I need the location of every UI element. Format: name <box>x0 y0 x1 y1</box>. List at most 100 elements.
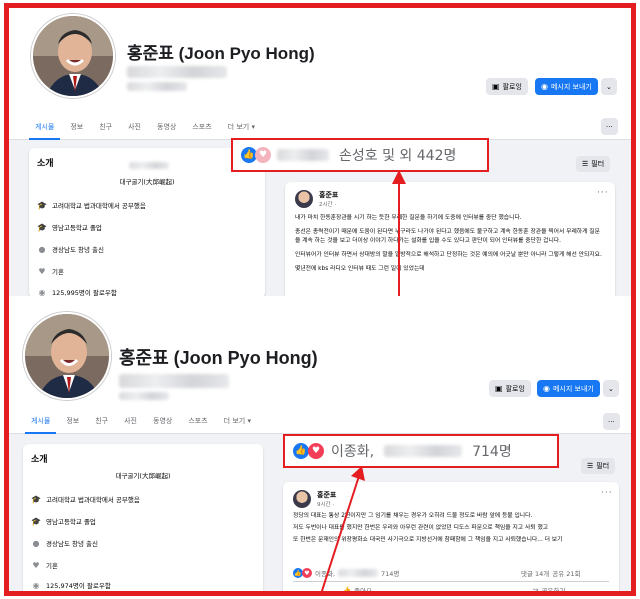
more-dropdown-button[interactable]: ⌄ <box>603 380 619 397</box>
location-pin-icon: ● <box>38 244 46 254</box>
tab-photos[interactable]: 사진 <box>116 410 145 432</box>
post-author-avatar[interactable] <box>295 190 313 208</box>
profile-photo <box>33 16 113 96</box>
intro-subtitle: 대구굴기(大邱崛起) <box>115 472 171 480</box>
callout-arrow-top <box>392 170 406 296</box>
profile-avatar[interactable] <box>31 14 115 98</box>
share-count[interactable]: 공유 21회 <box>552 568 580 578</box>
redacted-bio <box>127 66 227 78</box>
caret-down-icon: ▾ <box>247 417 251 425</box>
caret-down-icon: ▾ <box>251 123 255 131</box>
tab-sports[interactable]: 스포츠 <box>184 116 219 138</box>
love-reaction-icon: ♥ <box>255 147 271 163</box>
graduation-cap-icon: 🎓 <box>31 516 41 526</box>
intro-title: 소개 <box>37 159 54 169</box>
intro-education-university: 🎓 고려대학교 법과대학에서 공부했음 <box>37 200 146 211</box>
follow-check-icon: ▣ <box>492 81 500 91</box>
comment-count[interactable]: 댓글 14개 <box>521 568 549 578</box>
reaction-callout-bottom: 👍 ♥ 이종화, 714명 <box>283 434 559 468</box>
post-menu-icon[interactable]: ··· <box>601 488 613 498</box>
profile-name: 홍준표 (Joon Pyo Hong) <box>119 348 318 368</box>
tab-posts[interactable]: 게시물 <box>27 116 62 140</box>
share-arrow-icon: ↪ <box>533 586 539 594</box>
profile-header: 홍준표 (Joon Pyo Hong) ▣ 팔로잉 ◉ 메시지 보내기 ⌄ 게시… <box>9 300 631 434</box>
following-button[interactable]: ▣ 팔로잉 <box>486 78 528 95</box>
tab-videos[interactable]: 동영상 <box>149 116 184 138</box>
filter-icon: ☰ <box>582 160 589 168</box>
message-button[interactable]: ◉ 메시지 보내기 <box>535 78 598 95</box>
intro-relationship: ♥ 기혼 <box>38 266 64 277</box>
love-reaction-icon: ♥ <box>308 443 324 459</box>
graduation-cap-icon: 🎓 <box>37 200 47 210</box>
filter-button[interactable]: ☰ 필터 <box>581 458 616 474</box>
more-dropdown-button[interactable]: ⌄ <box>601 78 617 95</box>
redacted-intro <box>129 162 169 169</box>
post-time[interactable]: 2시간 · <box>319 200 336 208</box>
location-pin-icon: ● <box>32 538 40 548</box>
intro-card: 소개 대구굴기(大邱崛起) 🎓 고려대학교 법과대학에서 공부했음 🎓 영남고등학교… <box>23 444 263 591</box>
tab-more[interactable]: 더 보기 ▾ <box>220 116 263 138</box>
redacted-reactor <box>277 149 329 161</box>
chevron-down-icon: ⌄ <box>606 82 612 91</box>
graduation-cap-icon: 🎓 <box>37 222 47 232</box>
filter-icon: ☰ <box>587 462 594 470</box>
intro-followers: ◉ 125,995명이 팔로우함 <box>38 287 117 297</box>
profile-photo <box>25 314 109 398</box>
profile-name: 홍준표 (Joon Pyo Hong) <box>127 44 315 63</box>
heart-icon: ♥ <box>38 266 46 276</box>
redacted-bio-line <box>127 82 187 91</box>
intro-hometown: ● 경상남도 창녕 출신 <box>32 538 98 549</box>
redacted-bio-line <box>119 392 169 400</box>
tab-photos[interactable]: 사진 <box>120 116 149 138</box>
bottom-screenshot: 홍준표 (Joon Pyo Hong) ▣ 팔로잉 ◉ 메시지 보내기 ⌄ 게시… <box>9 300 631 594</box>
followers-icon: ◉ <box>38 287 46 297</box>
tab-more[interactable]: 더 보기 ▾ <box>216 410 259 432</box>
profile-options-button[interactable]: ··· <box>601 118 618 135</box>
intro-title: 소개 <box>31 455 48 465</box>
intro-education-highschool: 🎓 영남고등학교 졸업 <box>37 222 102 233</box>
intro-education-highschool: 🎓 영남고등학교 졸업 <box>31 516 96 527</box>
graduation-cap-icon: 🎓 <box>31 494 41 504</box>
profile-options-button[interactable]: ··· <box>603 413 620 430</box>
share-action-button[interactable]: ↪ 공유하기 <box>533 585 565 594</box>
like-reaction-icon: 👍 <box>293 443 309 459</box>
followers-icon: ◉ <box>32 580 40 590</box>
intro-card: 소개 대구굴기(大邱崛起) 🎓 고려대학교 법과대학에서 공부했음 🎓 영남고등학교… <box>29 148 265 296</box>
post-author[interactable]: 홍준표 <box>319 190 338 200</box>
reaction-callout-top: 👍 ♥ 손성호 및 외 442명 <box>231 138 489 172</box>
post-body: 내가 마치 한동훈장관을 시기 하는 듯한 무례한 질문을 하기에 도중에 인터… <box>295 215 602 272</box>
top-screenshot: 홍준표 (Joon Pyo Hong) ▣ 팔로잉 ◉ 메시지 보내기 ⌄ 게시… <box>9 8 631 296</box>
message-button[interactable]: ◉ 메시지 보내기 <box>537 380 600 397</box>
intro-subtitle: 대구굴기(大邱崛起) <box>119 178 175 186</box>
tab-friends[interactable]: 친구 <box>91 116 120 138</box>
redacted-bio <box>119 374 229 388</box>
tab-posts[interactable]: 게시물 <box>23 410 58 434</box>
intro-followers: ◉ 125,974명이 팔로우함 <box>32 580 111 591</box>
post-menu-icon[interactable]: ··· <box>597 188 609 198</box>
tab-about[interactable]: 정보 <box>58 410 87 432</box>
more-dots-icon: ··· <box>606 122 613 131</box>
intro-education-university: 🎓 고려대학교 법과대학에서 공부했음 <box>31 494 140 505</box>
engagement-counts: 댓글 14개 공유 21회 <box>521 568 581 578</box>
tab-sports[interactable]: 스포츠 <box>180 410 215 432</box>
post-card: 홍준표 2시간 · ··· 내가 마치 한동훈장관을 시기 하는 듯한 무례한 … <box>285 182 615 296</box>
redacted-reactor <box>384 445 463 457</box>
messenger-icon: ◉ <box>543 383 550 393</box>
more-dots-icon: ··· <box>608 417 615 426</box>
screenshot-frame: 홍준표 (Joon Pyo Hong) ▣ 팔로잉 ◉ 메시지 보내기 ⌄ 게시… <box>4 3 636 596</box>
tab-videos[interactable]: 동영상 <box>145 410 180 432</box>
tab-friends[interactable]: 친구 <box>87 410 116 432</box>
profile-tabs: 게시물 정보 친구 사진 동영상 스포츠 더 보기 ▾ <box>23 410 259 434</box>
profile-header: 홍준표 (Joon Pyo Hong) ▣ 팔로잉 ◉ 메시지 보내기 ⌄ 게시… <box>9 8 631 140</box>
profile-avatar[interactable] <box>23 312 111 400</box>
tab-about[interactable]: 정보 <box>62 116 91 138</box>
follow-check-icon: ▣ <box>495 383 503 393</box>
callout-arrow-bottom <box>320 466 365 591</box>
messenger-icon: ◉ <box>541 81 548 91</box>
filter-button[interactable]: ☰ 필터 <box>576 156 611 172</box>
intro-hometown: ● 경상남도 창녕 출신 <box>38 244 104 255</box>
chevron-down-icon: ⌄ <box>608 384 614 393</box>
profile-tabs: 게시물 정보 친구 사진 동영상 스포츠 더 보기 ▾ <box>27 116 263 140</box>
following-button[interactable]: ▣ 팔로잉 <box>489 380 531 397</box>
heart-icon: ♥ <box>32 560 40 570</box>
